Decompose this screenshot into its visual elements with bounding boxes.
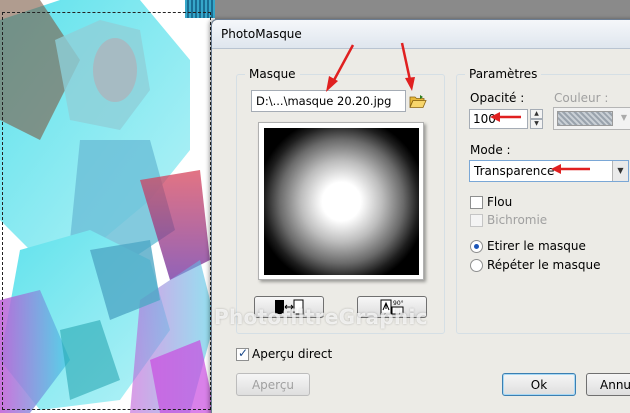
opacity-field[interactable]: 100 — [469, 109, 528, 129]
cancel-button-label: Annu — [600, 377, 630, 392]
blur-label: Flou — [487, 195, 513, 209]
preview-direct-label: Aperçu direct — [252, 347, 333, 361]
mask-preview-frame — [258, 122, 424, 280]
mode-label: Mode : — [470, 143, 511, 157]
stretch-mask-radio[interactable] — [470, 240, 483, 253]
color-label: Couleur : — [554, 91, 609, 105]
selection-marquee — [2, 12, 211, 410]
opacity-label: Opacité : — [470, 91, 525, 105]
opacity-spin-down[interactable]: ▼ — [530, 119, 543, 129]
open-folder-button[interactable] — [407, 91, 429, 111]
repeat-mask-radio[interactable] — [470, 259, 483, 272]
mode-select[interactable]: Transparence ▼ — [469, 160, 629, 182]
ok-button[interactable]: Ok — [502, 373, 576, 396]
mask-path-field[interactable]: D:\...\masque 20.20.jpg — [251, 90, 406, 112]
mode-select-value: Transparence — [474, 164, 555, 178]
mask-preview-image — [264, 128, 419, 275]
dialog-titlebar[interactable]: PhotoMasque — [212, 20, 630, 49]
apercu-button[interactable]: Aperçu — [236, 373, 310, 396]
watermark: PhotofiltreGraphic — [214, 305, 428, 329]
repeat-mask-label: Répéter le masque — [487, 258, 601, 272]
color-picker[interactable]: ▼ — [553, 107, 630, 130]
preview-direct-checkbox[interactable] — [236, 346, 249, 361]
photomasque-dialog: PhotoMasque Masque D:\...\masque 20.20.j… — [211, 19, 630, 413]
bichromie-label: Bichromie — [487, 213, 548, 227]
apercu-button-label: Aperçu — [251, 377, 295, 392]
open-folder-icon — [409, 94, 427, 108]
mask-group-title: Masque — [245, 67, 300, 81]
cancel-button[interactable]: Annu — [586, 373, 630, 396]
chevron-down-icon: ▼ — [612, 161, 628, 181]
ok-button-label: Ok — [530, 377, 548, 392]
color-swatch — [557, 111, 613, 126]
stretch-mask-label: Etirer le masque — [487, 239, 586, 253]
blur-checkbox[interactable] — [470, 196, 483, 209]
opacity-spin-up[interactable]: ▲ — [530, 109, 543, 119]
params-group-title: Paramètres — [465, 67, 542, 81]
dialog-title: PhotoMasque — [221, 27, 302, 41]
bichromie-checkbox[interactable] — [470, 214, 483, 227]
chevron-down-icon: ▼ — [620, 113, 627, 122]
